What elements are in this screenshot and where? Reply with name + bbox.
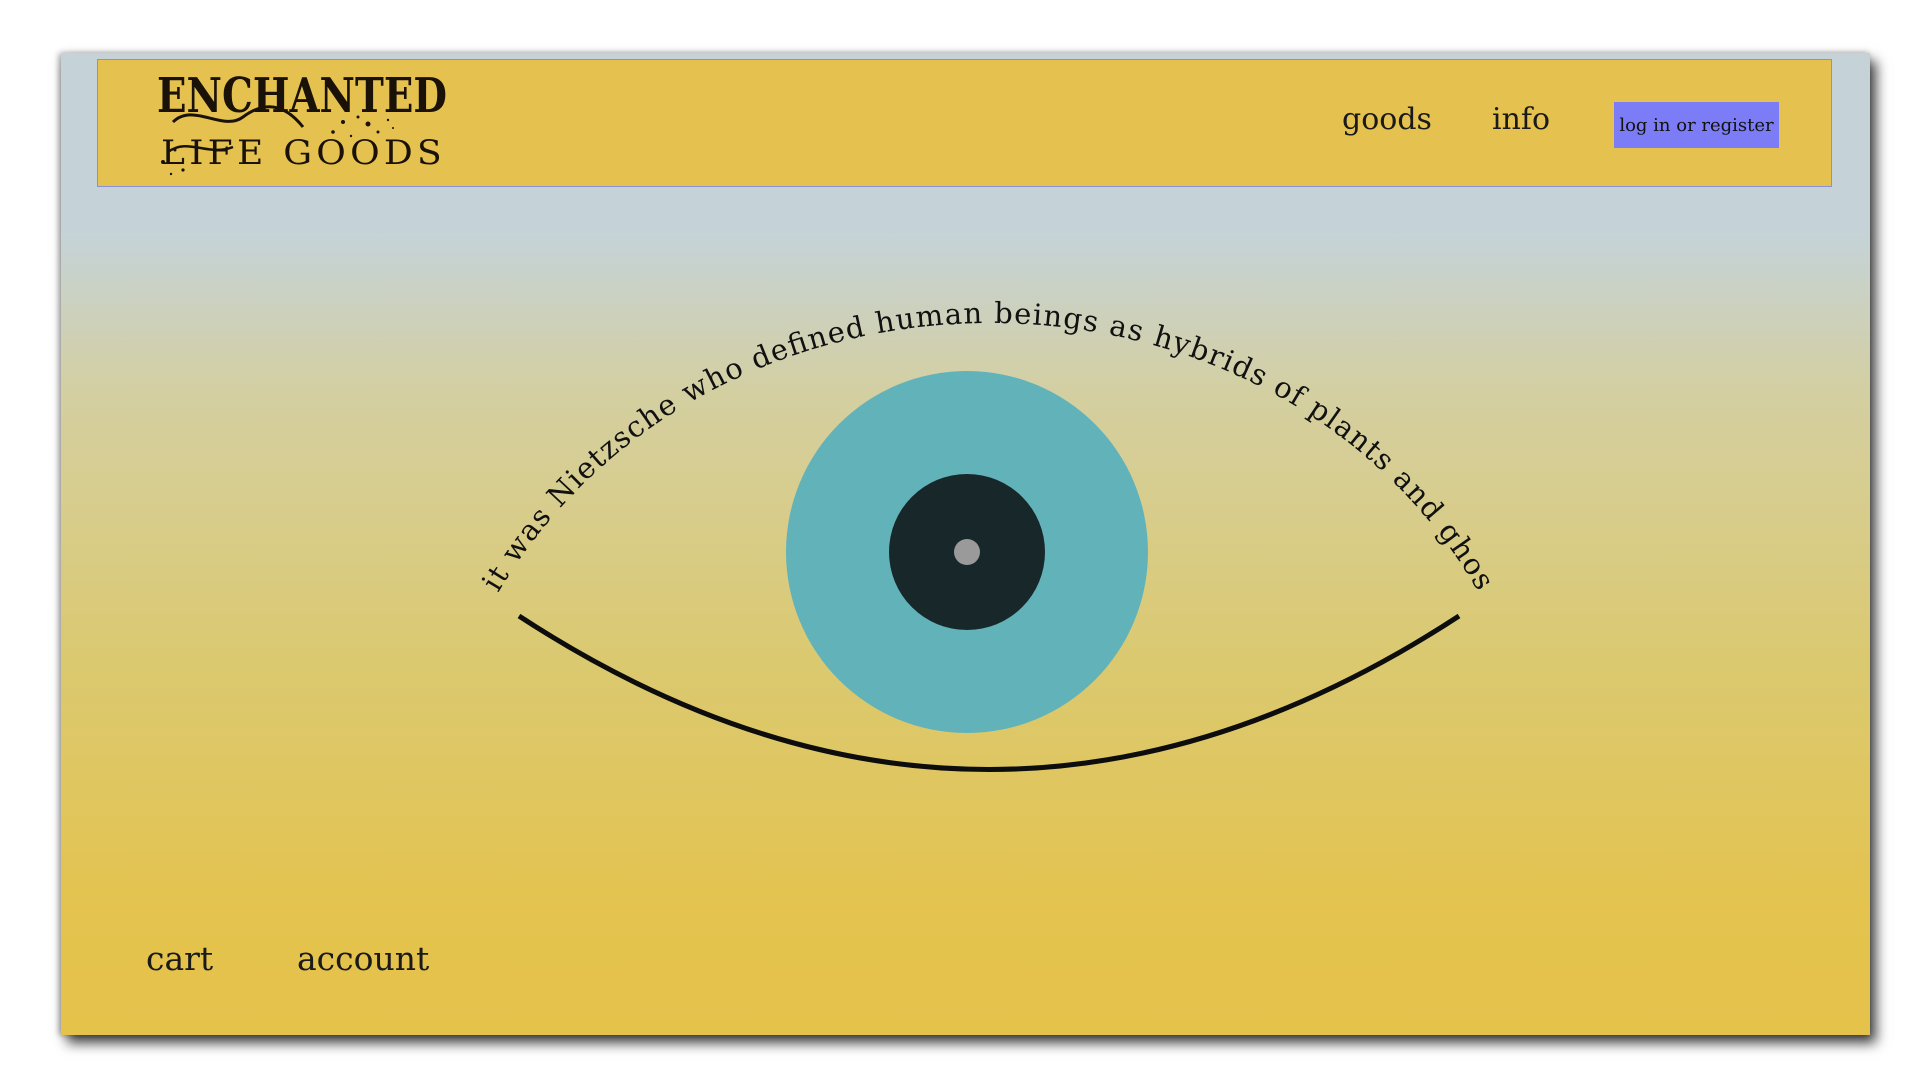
nav-goods-link[interactable]: goods	[1342, 102, 1432, 137]
svg-text:ENCHANTED: ENCHANTED	[157, 68, 447, 124]
app-window: ENCHANTED LIFE GOODS goods info log in o…	[61, 53, 1870, 1035]
login-register-button[interactable]: log in or register	[1614, 102, 1779, 148]
iris	[786, 371, 1148, 733]
logo[interactable]: ENCHANTED LIFE GOODS	[153, 62, 453, 182]
nav-info-link[interactable]: info	[1492, 102, 1550, 137]
pupil	[889, 474, 1045, 630]
lower-eyelid	[517, 613, 1461, 772]
site-header: ENCHANTED LIFE GOODS goods info log in o…	[97, 59, 1832, 187]
svg-text:LIFE GOODS: LIFE GOODS	[161, 133, 446, 173]
footer-cart-link[interactable]: cart	[146, 939, 213, 978]
pupil-highlight	[954, 539, 980, 565]
footer-account-link[interactable]: account	[297, 939, 429, 978]
eye-illustration: it was Nietzsche who defined human being…	[61, 53, 1501, 772]
